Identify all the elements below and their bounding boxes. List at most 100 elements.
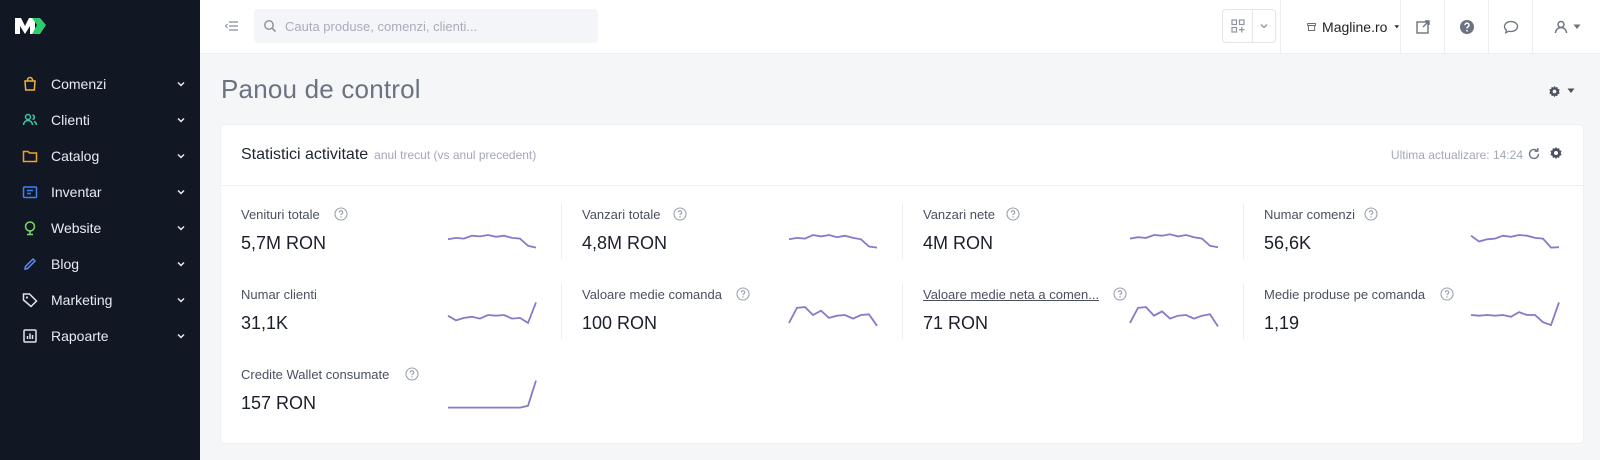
stat-label: Numar comenzi [1264, 207, 1356, 222]
refresh-icon[interactable] [1527, 147, 1541, 161]
gear-icon[interactable] [1549, 146, 1563, 160]
brand-logo[interactable] [14, 14, 48, 36]
sparkline [1129, 306, 1219, 327]
search-icon [264, 20, 277, 33]
sidebar: Comenzi Clienti Catalog Inventar Website… [0, 0, 200, 460]
inventory-icon [22, 186, 38, 199]
sparkline [788, 234, 878, 249]
sidebar-item-inventar[interactable]: Inventar [0, 174, 200, 210]
chevron-down-icon [177, 297, 185, 303]
sparkline [447, 302, 537, 325]
sparkline [447, 234, 537, 249]
pencil-icon [24, 257, 37, 270]
add-widget-button[interactable] [1223, 10, 1254, 42]
help-button[interactable] [1444, 0, 1488, 54]
stat-label: Valoare medie comanda [582, 287, 722, 302]
card-subtitle: anul trecut (vs anul precedent) [374, 148, 537, 162]
help-circle-icon[interactable] [405, 367, 419, 381]
stat-medie-produse-comanda: Medie produse pe comanda 1,19 [1244, 287, 1564, 361]
stat-label: Vanzari nete [923, 207, 996, 222]
sidebar-item-rapoarte[interactable]: Rapoarte [0, 318, 200, 354]
chevron-down-icon [177, 153, 185, 159]
card-title: Statistici activitate [241, 146, 369, 163]
open-store-button[interactable] [1400, 0, 1444, 54]
store-name: Magline.ro [1322, 19, 1388, 35]
chevron-down-icon [177, 225, 185, 231]
sidebar-item-marketing[interactable]: Marketing [0, 282, 200, 318]
sidebar-item-website[interactable]: Website [0, 210, 200, 246]
collapse-menu-icon[interactable] [224, 18, 240, 34]
help-circle-icon[interactable] [1006, 207, 1020, 221]
card-title-row: Statistici activitate anul trecut (vs anu… [241, 146, 536, 164]
stat-value: 157 RON [241, 393, 317, 413]
sparkline [788, 306, 878, 327]
apps-dropdown-button[interactable] [1253, 10, 1275, 42]
store-selector[interactable]: Magline.ro [1280, 0, 1400, 54]
stat-numar-comenzi: Numar comenzi 56,6K [1244, 207, 1564, 281]
dashboard-settings-button[interactable] [1548, 82, 1582, 100]
help-circle-icon[interactable] [736, 287, 750, 301]
search-input[interactable] [285, 18, 585, 34]
sidebar-item-clienti[interactable]: Clienti [0, 102, 200, 138]
stat-valoare-medie-neta: Valoare medie neta a comen... 71 RON [903, 287, 1223, 361]
topbar: Magline.ro [200, 0, 1600, 54]
stat-value: 100 RON [582, 313, 658, 333]
sidebar-item-catalog[interactable]: Catalog [0, 138, 200, 174]
sparkline [1470, 234, 1560, 249]
search-box[interactable] [254, 9, 598, 43]
stat-valoare-medie-comanda: Valoare medie comanda 100 RON [562, 287, 882, 361]
user-icon [1554, 20, 1567, 34]
stat-credite-wallet: Credite Wallet consumate 157 RON [221, 367, 541, 441]
sidebar-item-label: Blog [51, 256, 80, 272]
help-circle-icon[interactable] [334, 207, 348, 221]
stat-value: 71 RON [923, 313, 989, 333]
apps-grid-icon [1231, 19, 1245, 33]
sidebar-item-blog[interactable]: Blog [0, 246, 200, 282]
help-icon [1459, 20, 1474, 34]
user-menu-button[interactable] [1532, 0, 1600, 54]
help-circle-icon[interactable] [673, 207, 687, 221]
apps-switcher [1222, 9, 1276, 43]
sidebar-item-label: Catalog [51, 148, 100, 164]
sidebar-item-label: Marketing [51, 292, 113, 308]
stat-label: Vanzari totale [582, 207, 661, 222]
stat-label-link[interactable]: Valoare medie neta a comen... [923, 287, 1099, 302]
sparkline [1470, 302, 1560, 327]
external-link-icon [1415, 20, 1430, 34]
stat-vanzari-nete: Vanzari nete 4M RON [903, 207, 1223, 281]
chevron-down-icon [1260, 24, 1268, 29]
caret-down-icon [1573, 24, 1580, 29]
stat-value: 56,6K [1264, 233, 1312, 253]
help-circle-icon[interactable] [1440, 287, 1454, 301]
chevron-down-icon [177, 117, 185, 123]
last-update-text: Ultima actualizare: 14:24 [1390, 148, 1523, 162]
chevron-down-icon [177, 333, 185, 339]
chevron-down-icon [177, 189, 185, 195]
stat-value: 1,19 [1264, 313, 1300, 333]
sidebar-nav: Comenzi Clienti Catalog Inventar Website… [0, 66, 200, 354]
folder-icon [22, 150, 38, 163]
sidebar-item-comenzi[interactable]: Comenzi [0, 66, 200, 102]
messages-button[interactable] [1488, 0, 1532, 54]
help-circle-icon[interactable] [1113, 287, 1127, 301]
stat-value: 4,8M RON [582, 233, 668, 253]
chat-icon [1503, 20, 1518, 35]
stat-label: Credite Wallet consumate [241, 367, 390, 382]
help-circle-icon[interactable] [1364, 207, 1378, 221]
stat-label: Medie produse pe comanda [1264, 287, 1426, 302]
activity-stats-card: Statistici activitate anul trecut (vs anu… [221, 125, 1583, 443]
stat-venituri-totale: Venituri totale 5,7M RON [221, 207, 541, 281]
globe-icon [24, 221, 36, 236]
sidebar-item-label: Inventar [51, 184, 102, 200]
stat-value: 4M RON [923, 233, 994, 253]
stat-vanzari-totale: Vanzari totale 4,8M RON [562, 207, 882, 281]
chevron-down-icon [177, 261, 185, 267]
stat-value: 31,1K [241, 313, 289, 333]
stat-value: 5,7M RON [241, 233, 327, 253]
report-icon [23, 329, 37, 343]
sparkline [448, 380, 537, 409]
shopping-bag-icon [24, 76, 36, 91]
sidebar-item-label: Clienti [51, 112, 90, 128]
sidebar-item-label: Website [51, 220, 102, 236]
stat-label: Venituri totale [241, 207, 320, 222]
